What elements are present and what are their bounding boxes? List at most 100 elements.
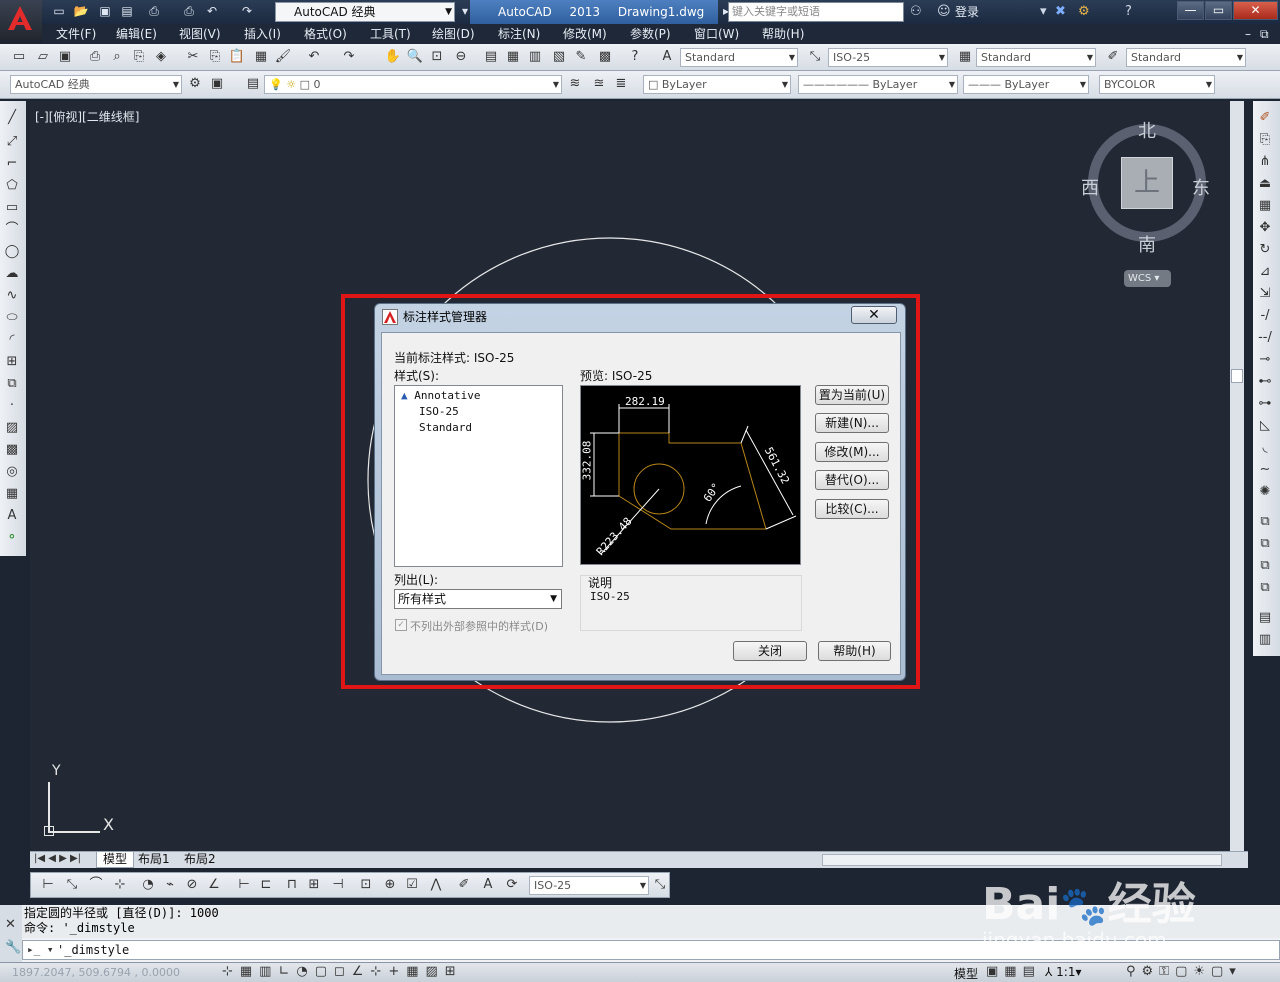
- break-point-icon[interactable]: ⊸: [1256, 351, 1274, 369]
- blend-curves-icon[interactable]: ∼: [1256, 461, 1274, 479]
- tool-palettes-icon[interactable]: ▥: [526, 48, 544, 66]
- lineweight-select[interactable]: ——— ByLayer ▼: [963, 75, 1089, 94]
- new-icon[interactable]: ▭: [10, 48, 28, 66]
- menu-dimension[interactable]: 标注(N): [498, 26, 540, 42]
- redo-icon[interactable]: ↷: [340, 48, 358, 66]
- offset-icon[interactable]: ⏏: [1256, 175, 1274, 193]
- binoculars-icon[interactable]: ⚇: [910, 3, 922, 21]
- copy-icon[interactable]: ⎘: [206, 48, 224, 66]
- construction-line-icon[interactable]: ⤢: [3, 133, 21, 151]
- model-space-button[interactable]: 模型: [954, 965, 978, 982]
- modify-style-button[interactable]: 修改(M)...: [815, 442, 889, 462]
- dim-break-icon[interactable]: ⊣: [329, 876, 347, 894]
- dim-style-icon[interactable]: ⤡: [806, 48, 824, 66]
- menu-insert[interactable]: 插入(I): [244, 26, 281, 42]
- help-dialog-button[interactable]: 帮助(H): [818, 641, 891, 661]
- array-icon[interactable]: ▦: [1256, 197, 1274, 215]
- list-item-standard[interactable]: Standard: [419, 421, 472, 434]
- properties-icon[interactable]: ▤: [482, 48, 500, 66]
- menu-help[interactable]: 帮助(H): [762, 26, 804, 42]
- close-window-button[interactable]: ✕: [1233, 1, 1278, 20]
- dim-space-icon[interactable]: ⊞: [305, 876, 323, 894]
- continue-dim-icon[interactable]: ⊓: [283, 876, 301, 894]
- paste-icon[interactable]: 📋: [228, 48, 246, 66]
- gradient-icon[interactable]: ▩: [3, 441, 21, 459]
- arc-length-icon[interactable]: ⌒: [87, 876, 105, 894]
- draworder-back-icon[interactable]: ⧉: [1256, 535, 1274, 553]
- region-icon[interactable]: ◎: [3, 463, 21, 481]
- zoom-window-icon[interactable]: ⊡: [428, 48, 446, 66]
- polygon-icon[interactable]: ⬠: [3, 177, 21, 195]
- list-item-annotative[interactable]: ▲ Annotative: [401, 389, 480, 402]
- compass-east[interactable]: 东: [1192, 174, 1210, 200]
- list-filter-select[interactable]: 所有样式 ▼: [394, 589, 562, 609]
- ellipse-arc-icon[interactable]: ◜: [3, 331, 21, 349]
- text-style-icon[interactable]: A: [658, 48, 676, 66]
- annotation-scale[interactable]: ⅄ 1:1▾: [1045, 965, 1082, 979]
- save-as-icon[interactable]: ▤: [118, 3, 136, 20]
- menu-tools[interactable]: 工具(T): [370, 26, 411, 42]
- rectangle-icon[interactable]: ▭: [3, 199, 21, 217]
- wcs-menu[interactable]: WCS ▾: [1124, 270, 1171, 287]
- center-mark-icon[interactable]: ⊕: [381, 876, 399, 894]
- compass-south[interactable]: 南: [1138, 231, 1156, 257]
- zoom-realtime-icon[interactable]: 🔍: [406, 48, 424, 66]
- polyline-icon[interactable]: ⌐: [3, 155, 21, 173]
- cut-icon[interactable]: ✂: [184, 48, 202, 66]
- open-icon[interactable]: ▱: [34, 48, 52, 66]
- menu-draw[interactable]: 绘图(D): [432, 26, 475, 42]
- menu-view[interactable]: 视图(V): [179, 26, 221, 42]
- spline-icon[interactable]: ∿: [3, 287, 21, 305]
- undo-icon[interactable]: ↶: [305, 48, 323, 66]
- baseline-dim-icon[interactable]: ⊏: [257, 876, 275, 894]
- copy-object-icon[interactable]: ⎘: [1256, 131, 1274, 149]
- help-icon[interactable]: ?: [1125, 3, 1132, 21]
- layout-buttons-icon[interactable]: ▣▦▤: [986, 964, 1041, 979]
- save-icon[interactable]: ▣: [56, 48, 74, 66]
- menu-file[interactable]: 文件(F): [56, 26, 96, 42]
- mirror-icon[interactable]: ⋔: [1256, 153, 1274, 171]
- compass-west[interactable]: 西: [1081, 174, 1099, 200]
- tab-model[interactable]: 模型: [96, 852, 135, 868]
- fillet-icon[interactable]: ◟: [1256, 439, 1274, 457]
- scrollbar-thumb[interactable]: [1231, 369, 1243, 383]
- tolerance-icon[interactable]: ⊡: [357, 876, 375, 894]
- layer-select[interactable]: 💡 ☼ □ 0 ▼: [264, 75, 562, 94]
- chamfer-icon[interactable]: ◺: [1256, 417, 1274, 435]
- vertical-scrollbar[interactable]: [1230, 101, 1244, 851]
- linetype-select[interactable]: —————— ByLayer ▼: [798, 75, 958, 94]
- angular-dim-icon[interactable]: ∠: [205, 876, 223, 894]
- rotate-icon[interactable]: ↻: [1256, 241, 1274, 259]
- table-style-icon[interactable]: ▦: [956, 48, 974, 66]
- ordinate-dim-icon[interactable]: ⊹: [111, 876, 129, 894]
- markup-icon[interactable]: ✎: [572, 48, 590, 66]
- horizontal-scrollbar[interactable]: [822, 854, 1222, 866]
- join-icon[interactable]: ⊶: [1256, 395, 1274, 413]
- quickcalc-icon[interactable]: ▩: [596, 48, 614, 66]
- list-item-iso25[interactable]: ISO-25: [419, 405, 459, 418]
- workspace-dropdown[interactable]: AutoCAD 经典 ▼: [275, 2, 455, 22]
- tab-nav-arrows-icon[interactable]: |◀ ◀ ▶ ▶|: [34, 853, 81, 864]
- close-icon[interactable]: ✕: [5, 917, 16, 932]
- multileader-style-icon[interactable]: ✐: [1104, 48, 1122, 66]
- menu-edit[interactable]: 编辑(E): [116, 26, 157, 42]
- jogged-linear-icon[interactable]: ⋀: [427, 876, 445, 894]
- aligned-dim-icon[interactable]: ⤡: [63, 876, 81, 894]
- styles-list[interactable]: ▲ Annotative ISO-25 Standard: [394, 385, 563, 567]
- dim-update-icon[interactable]: ⟳: [503, 876, 521, 894]
- revcloud-icon[interactable]: ☁: [3, 265, 21, 283]
- viewport-controls[interactable]: [-][俯视][二维线框]: [35, 108, 139, 125]
- mtext-icon[interactable]: A: [3, 507, 21, 525]
- open-file-icon[interactable]: 📂: [72, 3, 90, 20]
- arc-icon[interactable]: ⌒: [3, 221, 21, 239]
- override-style-button[interactable]: 替代(O)...: [815, 470, 889, 490]
- scale-icon[interactable]: ⊿: [1256, 263, 1274, 281]
- login-button[interactable]: 登录: [955, 3, 979, 21]
- make-block-icon[interactable]: ⧉: [3, 375, 21, 393]
- user-icon[interactable]: ☺: [937, 3, 951, 21]
- compass-north[interactable]: 北: [1138, 117, 1156, 143]
- design-center-icon[interactable]: ▦: [504, 48, 522, 66]
- zoom-previous-icon[interactable]: ⊖: [452, 48, 470, 66]
- publish-icon[interactable]: ⎘: [130, 48, 148, 66]
- trim-icon[interactable]: -/: [1256, 307, 1274, 325]
